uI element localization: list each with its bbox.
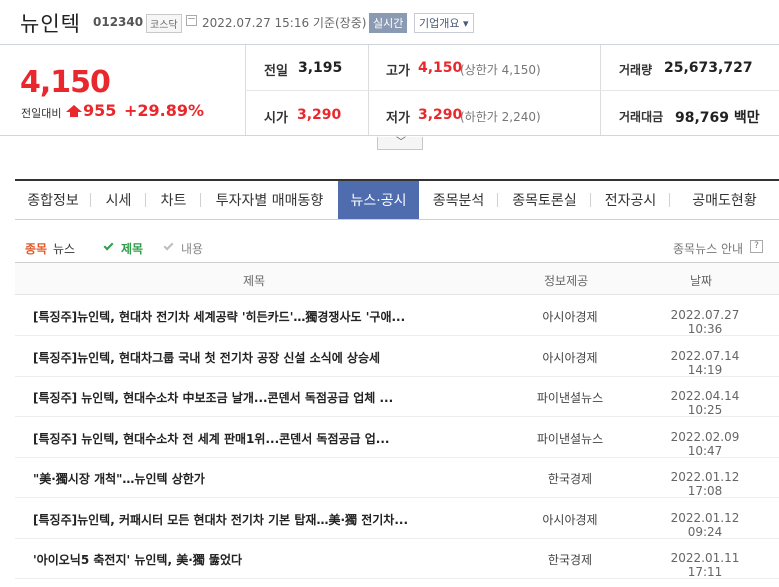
realtime-button[interactable]: 실시간 [369, 13, 408, 33]
company-overview-button[interactable]: 기업개요 ▾ [414, 13, 474, 33]
stock-header: 뉴인텍 012340 코스닥 2022.07.27 15:16 기준(장중) 실… [0, 0, 779, 45]
news-title-link[interactable]: "美·獨시장 개척"…뉴인텍 상한가 [33, 470, 503, 487]
news-title-link[interactable]: '아이오닉5 축전지' 뉴인텍, 美·獨 뚫었다 [33, 551, 503, 568]
col-date: 날짜 [690, 274, 713, 288]
stock-name: 뉴인텍 [20, 12, 81, 36]
tab-bar: 종합정보 시세 차트 투자자별 매매동향 뉴스·공시 종목분석 종목토론실 전자공시 공매도현황 [15, 179, 779, 220]
table-row: '아이오닉5 축전지' 뉴인텍, 美·獨 뚫었다 한국경제 2022.01.11 1… [15, 539, 779, 579]
news-title-link[interactable]: [특징주]뉴인텍, 커패시터 모든 현대차 전기차 기본 탑재…美·獨 전기차.… [33, 511, 503, 528]
table-row: [특징주] 뉴인텍, 현대수소차 中보조금 날개...콘덴서 독점공급 업체 .… [15, 377, 779, 417]
news-date: 2022.02.09 10:47 [670, 429, 740, 458]
tab-4[interactable]: 뉴스·공시 [338, 181, 419, 219]
open-value: 3,290 [297, 107, 342, 123]
tab-6[interactable]: 종목토론실 [498, 181, 591, 219]
table-row: [특징주]뉴인텍, 현대차 전기차 세계공략 '히든카드'…獨경쟁사도 '구애.… [15, 296, 779, 336]
tab-2[interactable]: 차트 [146, 181, 201, 219]
news-date: 2022.07.14 14:19 [670, 348, 740, 377]
diff-value: 955 [83, 101, 117, 120]
table-row: [특징주]뉴인텍, 현대차그룹 국내 첫 전기차 공장 신설 소식에 상승세 아시… [15, 337, 779, 377]
tab-1[interactable]: 시세 [91, 181, 146, 219]
volume-label: 거래량 [619, 63, 653, 77]
filter-title-option[interactable]: 제목 [121, 240, 143, 257]
amount-value: 98,769 백만 [675, 110, 760, 126]
tab-label: 종목토론실 [512, 193, 577, 209]
col-source: 정보제공 [544, 274, 589, 288]
high-label: 고가 [386, 64, 410, 79]
stock-news-info-link[interactable]: 종목뉴스 안내 [673, 240, 743, 257]
tab-5[interactable]: 종목분석 [419, 181, 498, 219]
news-date: 2022.01.12 09:24 [670, 510, 740, 539]
prev-close-label: 전일 [264, 64, 288, 79]
news-date: 2022.07.27 10:36 [670, 308, 740, 336]
low-label: 저가 [386, 111, 410, 126]
expand-toggle-button[interactable]: ﹀ [377, 137, 423, 150]
chevron-down-icon: ﹀ [396, 137, 406, 148]
tab-label: 종목분석 [432, 193, 485, 209]
check-icon [103, 240, 114, 251]
volume-value: 25,673,727 [664, 60, 753, 76]
news-title-link[interactable]: [특징주] 뉴인텍, 현대수소차 中보조금 날개...콘덴서 독점공급 업체 .… [33, 389, 503, 406]
stock-code: 012340 [93, 15, 144, 29]
news-table-header: 제목 정보제공 날짜 [15, 262, 779, 295]
stock-news-label-b: 뉴스 [53, 242, 76, 256]
news-source: 아시아경제 [542, 512, 598, 527]
price-summary: 4,150 전일대비 955 +29.89% 전일 3,195 시가 3,290… [0, 45, 779, 136]
stock-news-label-a: 종목 [25, 242, 48, 256]
open-label: 시가 [264, 111, 288, 126]
news-source: 아시아경제 [542, 350, 598, 365]
news-date: 2022.01.12 17:08 [670, 470, 740, 498]
up-arrow-icon [66, 105, 82, 112]
tab-label: 전자공시 [604, 193, 657, 209]
calendar-icon [186, 15, 197, 26]
current-price: 4,150 [20, 65, 111, 100]
low-value: 3,290 [418, 107, 463, 123]
table-row: [특징주]뉴인텍, 커패시터 모든 현대차 전기차 기본 탑재…美·獨 전기차.… [15, 499, 779, 539]
tab-3[interactable]: 투자자별 매매동향 [201, 181, 338, 219]
high-value: 4,150 [418, 60, 463, 76]
lower-limit: (하한가 2,240) [460, 110, 541, 124]
news-source: 한국경제 [547, 472, 593, 486]
news-title-link[interactable]: [특징주]뉴인텍, 현대차그룹 국내 첫 전기차 공장 신설 소식에 상승세 [33, 349, 503, 366]
tab-label: 공매도현황 [692, 193, 757, 209]
tab-label: 시세 [105, 193, 132, 209]
tab-label: 투자자별 매매동향 [215, 193, 324, 209]
news-title-link[interactable]: [특징주]뉴인텍, 현대차 전기차 세계공략 '히든카드'…獨경쟁사도 '구애.… [33, 308, 503, 325]
tab-0[interactable]: 종합정보 [15, 181, 91, 219]
amount-label: 거래대금 [619, 110, 664, 124]
prev-close-value: 3,195 [298, 60, 343, 76]
diff-label: 전일대비 [21, 107, 62, 120]
news-date: 2022.04.14 10:25 [670, 389, 740, 417]
upper-limit: (상한가 4,150) [460, 63, 541, 77]
help-icon[interactable]: ? [750, 240, 763, 253]
tab-label: 차트 [160, 193, 187, 209]
filter-content-option[interactable]: 내용 [181, 240, 203, 257]
news-title-link[interactable]: [특징주] 뉴인텍, 현대수소차 전 세계 판매1위...콘덴서 독점공급 업.… [33, 430, 503, 447]
tab-7[interactable]: 전자공시 [591, 181, 670, 219]
tab-8[interactable]: 공매도현황 [670, 181, 779, 219]
market-badge: 코스닥 [146, 14, 182, 33]
up-arrow-stem [70, 112, 78, 117]
tab-label: 종합정보 [27, 193, 79, 209]
news-source: 아시아경제 [542, 310, 598, 324]
news-date: 2022.01.11 17:11 [670, 551, 740, 579]
divider [245, 90, 779, 91]
table-row: "美·獨시장 개척"…뉴인텍 상한가 한국경제 2022.01.12 17:08 [15, 458, 779, 498]
tab-label: 뉴스·공시 [350, 193, 407, 209]
news-source: 파이낸셜뉴스 [536, 431, 604, 446]
table-row: [특징주] 뉴인텍, 현대수소차 전 세계 판매1위...콘덴서 독점공급 업.… [15, 418, 779, 458]
news-source: 파이낸셜뉴스 [536, 391, 604, 405]
check-icon [163, 240, 174, 251]
quote-time: 2022.07.27 15:16 기준(장중) [202, 16, 367, 30]
news-source: 한국경제 [547, 553, 593, 567]
change-percent: +29.89% [124, 101, 205, 120]
col-title: 제목 [243, 274, 266, 288]
